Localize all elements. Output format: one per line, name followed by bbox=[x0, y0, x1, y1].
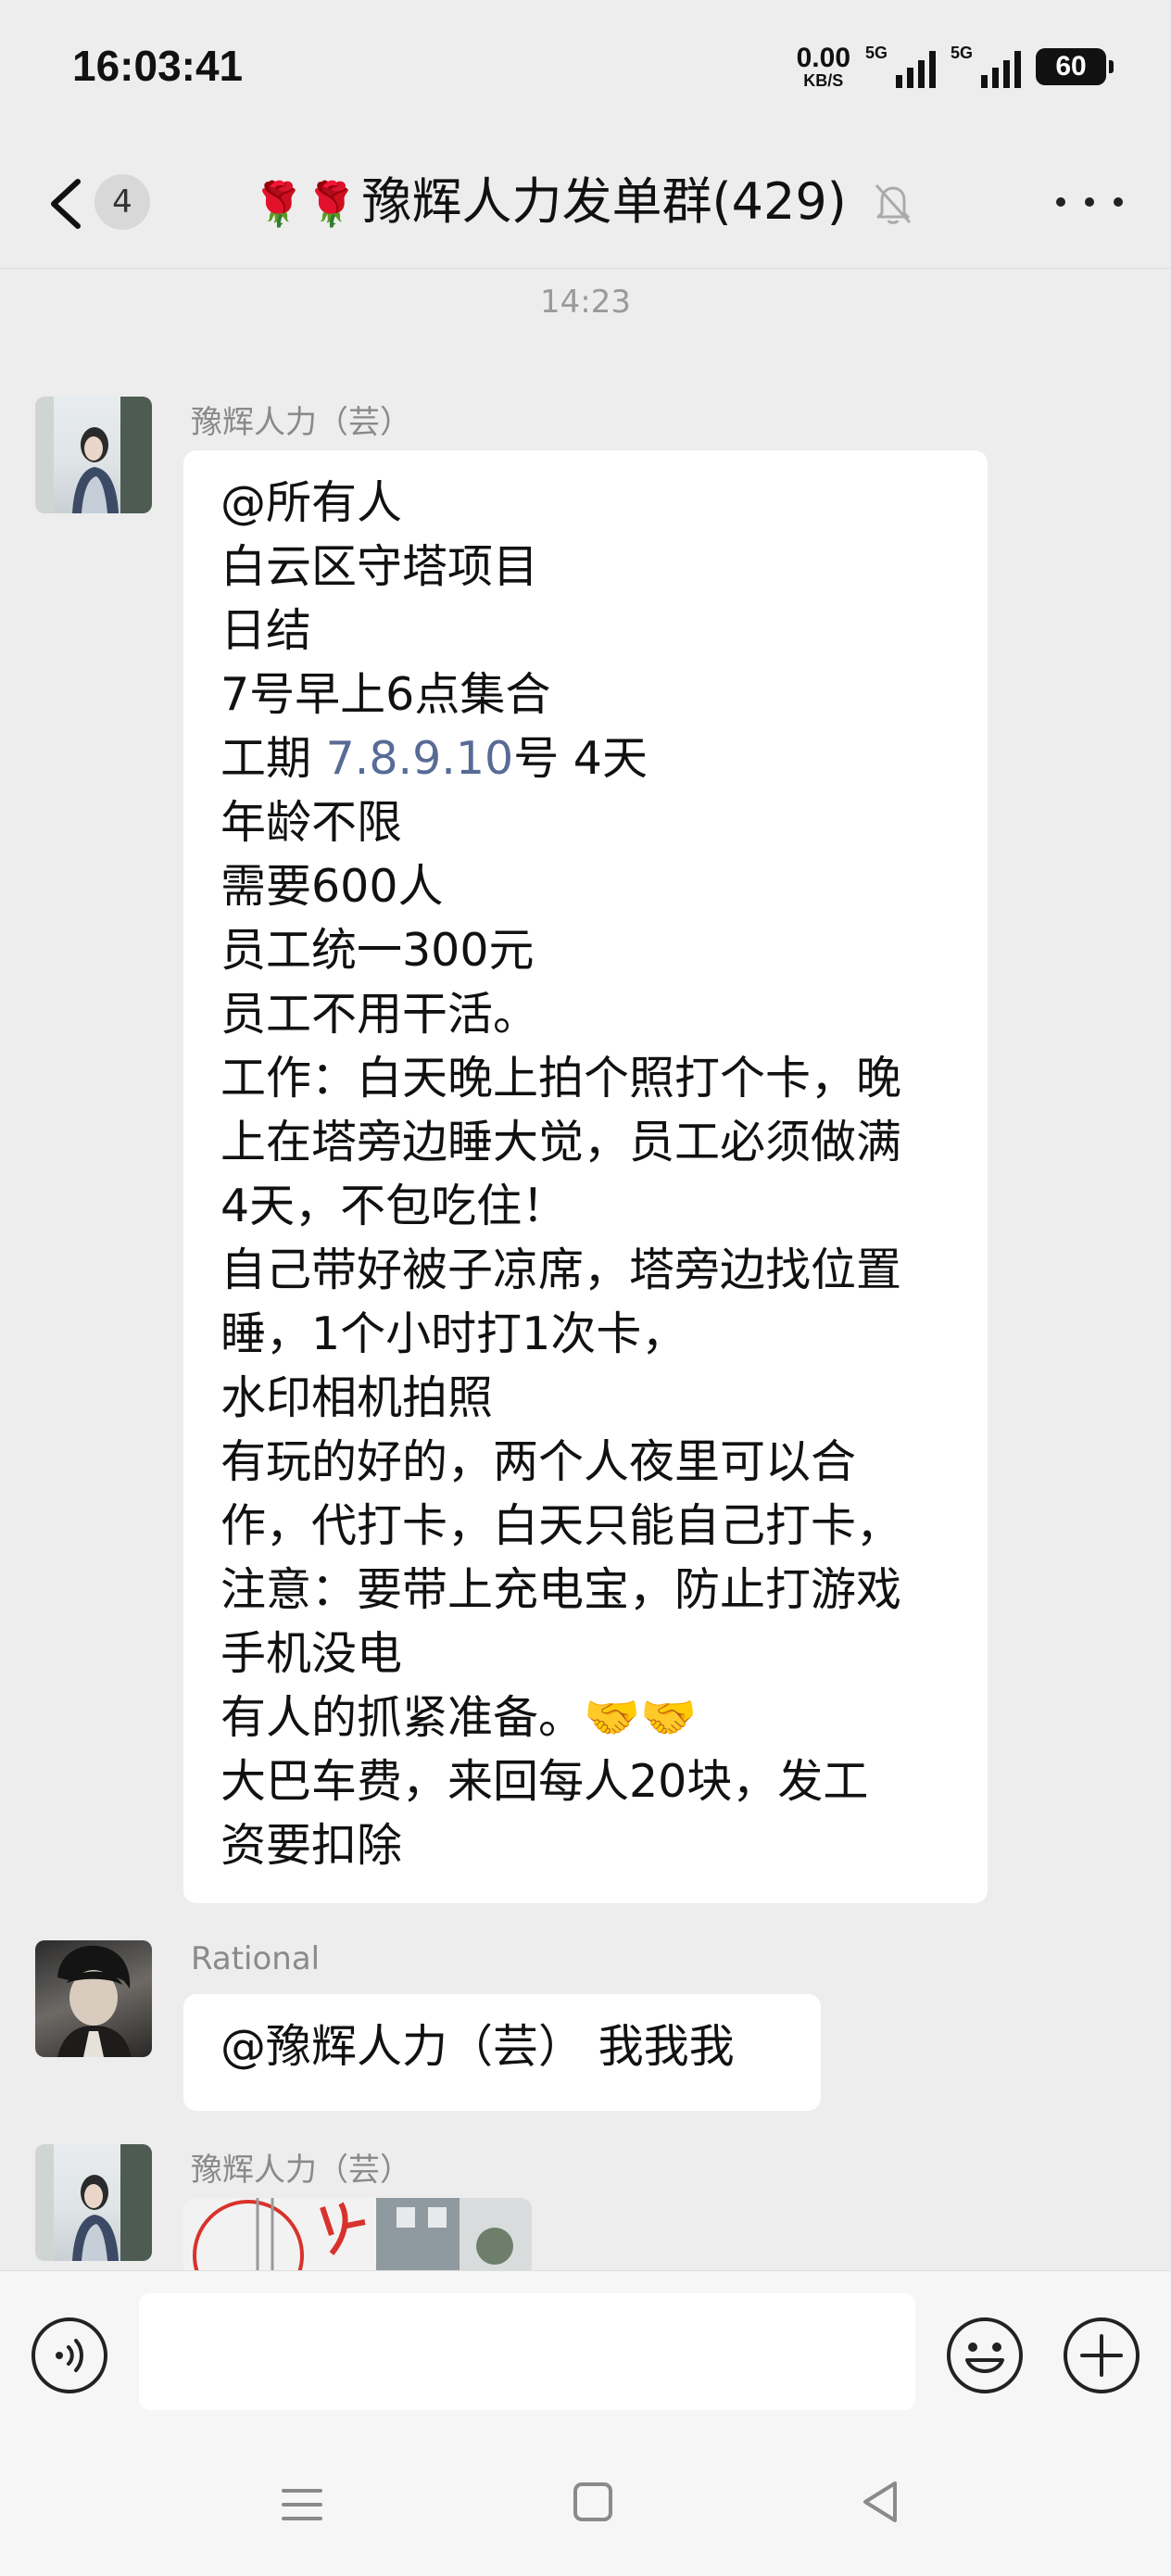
message-line: 有玩的好的，两个人夜里可以合 bbox=[220, 1435, 857, 1488]
battery-level: 60 bbox=[1055, 51, 1087, 82]
message-line-text: 号 4天 bbox=[513, 732, 648, 785]
voice-button[interactable] bbox=[30, 2316, 109, 2395]
title-prefix: 🌹🌹 bbox=[252, 179, 359, 229]
message-line: 年龄不限 bbox=[220, 796, 403, 849]
back-button[interactable] bbox=[37, 167, 93, 241]
message-line: 4天，不包吃住！ bbox=[220, 1180, 568, 1232]
message-text: @豫辉人力（芸） 我我我 bbox=[220, 2020, 735, 2073]
message-line: 员工统一300元 bbox=[220, 924, 535, 977]
message-line: 工期 7.8.9.10号 4天 bbox=[220, 726, 951, 790]
message-line: 水印相机拍照 bbox=[220, 1371, 494, 1424]
message-line: 有人的抓紧准备。🤝🤝 bbox=[220, 1691, 698, 1744]
message-line: 上在塔旁边睡大觉，员工必须做满 bbox=[220, 1116, 902, 1168]
voice-icon bbox=[31, 2317, 107, 2393]
avatar[interactable] bbox=[35, 2144, 152, 2261]
chat-title-text: 豫辉人力发单群(429) bbox=[361, 172, 847, 231]
message-line-text: 工期 bbox=[220, 732, 326, 785]
battery-icon: 60 bbox=[1036, 48, 1114, 85]
message-input[interactable] bbox=[139, 2293, 915, 2410]
message-line: 白云区守塔项目 bbox=[220, 540, 539, 593]
message-line: 工作：白天晚上拍个照打个卡，晚 bbox=[220, 1052, 902, 1105]
status-time: 16:03:41 bbox=[72, 42, 244, 90]
message-bubble[interactable]: @豫辉人力（芸） 我我我 bbox=[183, 1994, 821, 2111]
status-bar: 16:03:41 0.00 KB/S 5G 5G 60 bbox=[0, 0, 1171, 139]
message-line: 作，代打卡，白天只能自己打卡， bbox=[220, 1499, 902, 1552]
message-line: 大巴车费，来回每人20块，发工 bbox=[220, 1755, 869, 1808]
home-icon bbox=[573, 2482, 612, 2521]
emoji-button[interactable] bbox=[945, 2316, 1025, 2395]
date-link[interactable]: 7.8.9.10 bbox=[326, 732, 514, 785]
message-item: 豫辉人力（芸） bbox=[0, 2144, 1171, 2270]
message-line: 手机没电 bbox=[220, 1627, 403, 1680]
image-message[interactable] bbox=[183, 2198, 532, 2270]
chat-title: 🌹🌹豫辉人力发单群(429) bbox=[252, 165, 847, 239]
signal-1-label: 5G bbox=[865, 44, 888, 62]
message-line: 自己带好被子凉席，塔旁边找位置 bbox=[220, 1244, 902, 1296]
sender-name: 豫辉人力（芸） bbox=[191, 404, 411, 441]
system-nav-bar bbox=[0, 2435, 1171, 2576]
message-line: 员工不用干活。 bbox=[220, 988, 539, 1041]
emoji-icon bbox=[947, 2317, 1023, 2393]
nav-back-button[interactable] bbox=[858, 2476, 902, 2528]
message-timestamp: 14:23 bbox=[540, 284, 631, 321]
message-line: @所有人 bbox=[220, 476, 403, 529]
message-line: 需要600人 bbox=[220, 860, 444, 913]
network-speed-unit: KB/S bbox=[803, 71, 844, 90]
mute-bell-icon bbox=[871, 180, 915, 226]
more-button[interactable] bbox=[1056, 183, 1123, 221]
plus-icon bbox=[1064, 2317, 1140, 2393]
message-line: 资要扣除 bbox=[220, 1819, 403, 1872]
more-icon bbox=[1056, 197, 1065, 207]
nav-home-button[interactable] bbox=[571, 2480, 615, 2524]
unread-count-badge[interactable]: 4 bbox=[94, 174, 150, 230]
avatar[interactable] bbox=[35, 1940, 152, 2057]
signal-1-icon: 5G bbox=[865, 44, 936, 90]
signal-2-icon: 5G bbox=[951, 44, 1021, 90]
message-line: 7号早上6点集合 bbox=[220, 668, 551, 721]
network-speed-value: 0.00 bbox=[796, 43, 850, 73]
more-functions-button[interactable] bbox=[1062, 2316, 1141, 2395]
chat-header: 4 🌹🌹豫辉人力发单群(429) bbox=[0, 139, 1171, 269]
nav-menu-button[interactable] bbox=[278, 2483, 326, 2526]
message-line: 日结 bbox=[220, 604, 312, 657]
sender-name: Rational bbox=[191, 1940, 321, 1977]
back-icon bbox=[863, 2481, 897, 2522]
avatar[interactable] bbox=[35, 397, 152, 513]
message-line: 注意：要带上充电宝，防止打游戏 bbox=[220, 1563, 902, 1616]
back-arrow-icon bbox=[51, 179, 81, 229]
input-bar bbox=[0, 2270, 1171, 2435]
message-line: 睡，1个小时打1次卡， bbox=[220, 1307, 687, 1360]
signal-2-label: 5G bbox=[951, 44, 974, 62]
network-speed: 0.00 KB/S bbox=[796, 43, 850, 90]
status-indicators: 0.00 KB/S 5G 5G 60 bbox=[796, 41, 1114, 93]
message-bubble[interactable]: @所有人 白云区守塔项目 日结 7号早上6点集合 工期 7.8.9.10号 4天… bbox=[183, 450, 988, 1903]
sender-name: 豫辉人力（芸） bbox=[191, 2152, 411, 2189]
menu-icon bbox=[282, 2489, 322, 2520]
